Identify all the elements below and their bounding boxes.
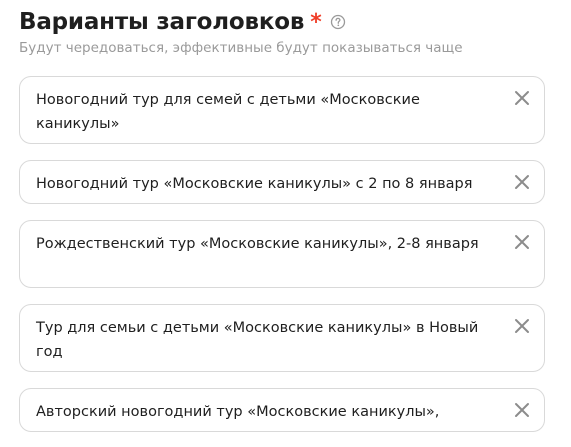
headline-text[interactable]: Новогодний тур для семей с детьми «Моско…	[36, 88, 481, 136]
headline-text[interactable]: Новогодний тур «Московские каникулы» с 2…	[36, 172, 481, 196]
headline-text[interactable]: Тур для семьи с детьми «Московские каник…	[36, 316, 481, 364]
close-icon[interactable]	[513, 173, 531, 191]
headline-text[interactable]: Авторский новогодний тур «Московские кан…	[36, 400, 481, 424]
required-mark: *	[310, 9, 322, 35]
headline-field[interactable]: Тур для семьи с детьми «Московские каник…	[19, 304, 545, 372]
close-icon[interactable]	[513, 89, 531, 107]
question-circle-icon[interactable]	[330, 14, 346, 30]
section-header: Варианты заголовков *	[19, 4, 346, 40]
headline-field[interactable]: Авторский новогодний тур «Московские кан…	[19, 388, 545, 432]
headline-text[interactable]: Рождественский тур «Московские каникулы»…	[36, 232, 481, 256]
headline-field[interactable]: Новогодний тур «Московские каникулы» с 2…	[19, 160, 545, 204]
section-title: Варианты заголовков	[19, 9, 305, 35]
close-icon[interactable]	[513, 233, 531, 251]
headline-field[interactable]: Рождественский тур «Московские каникулы»…	[19, 220, 545, 288]
headline-variants-section: Варианты заголовков * Будут чередоваться…	[0, 0, 571, 447]
section-subtitle: Будут чередоваться, эффективные будут по…	[19, 40, 463, 56]
headline-field[interactable]: Новогодний тур для семей с детьми «Моско…	[19, 76, 545, 144]
close-icon[interactable]	[513, 401, 531, 419]
close-icon[interactable]	[513, 317, 531, 335]
